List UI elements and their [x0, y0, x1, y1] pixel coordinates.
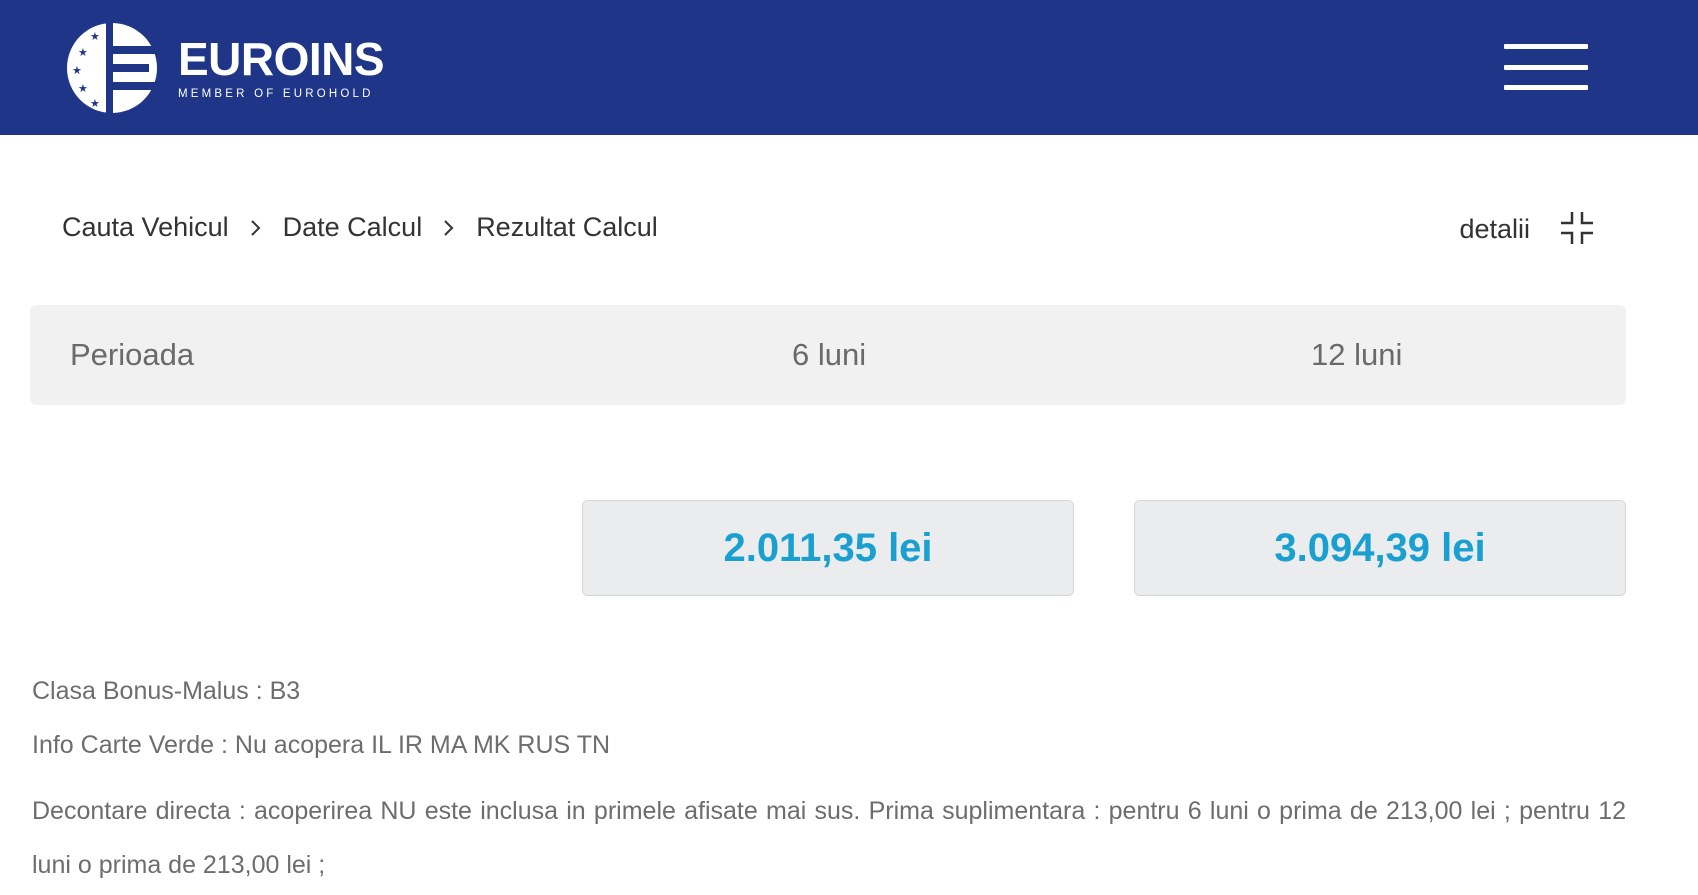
svg-text:★: ★ [78, 82, 88, 95]
price-value: 2.011,35 lei [723, 525, 933, 570]
breadcrumb-rezultat-calcul[interactable]: Rezultat Calcul [476, 212, 658, 243]
logo-wordmark: EUROINS MEMBER OF EUROHOLD [178, 33, 385, 100]
collapse-icon[interactable] [1559, 210, 1595, 246]
breadcrumb-cauta-vehicul[interactable]: Cauta Vehicul [62, 212, 229, 243]
euroins-logo-icon: ★ ★ ★ ★ ★ [67, 23, 158, 113]
breadcrumb-date-calcul[interactable]: Date Calcul [283, 212, 423, 243]
price-card-12-months[interactable]: 3.094,39 lei [1134, 500, 1626, 596]
period-label: Perioada [70, 337, 195, 372]
hamburger-line [1504, 64, 1588, 70]
bonus-malus-info: Clasa Bonus-Malus : B3 [32, 677, 301, 705]
chevron-right-icon [442, 218, 456, 238]
breadcrumb: Cauta Vehicul Date Calcul Rezultat Calcu… [62, 212, 658, 243]
hamburger-line [1504, 44, 1588, 49]
euroins-logo[interactable]: ★ ★ ★ ★ ★ EUROINS MEMBER OF EUROHOLD [66, 22, 385, 114]
chevron-right-icon [249, 218, 263, 238]
period-selector: Perioada 6 luni 12 luni [30, 305, 1626, 405]
site-header: ★ ★ ★ ★ ★ EUROINS MEMBER OF EUROHOLD [0, 0, 1698, 135]
details-toggle-label[interactable]: detalii [1459, 214, 1530, 245]
svg-text:★: ★ [90, 30, 100, 43]
svg-text:★: ★ [90, 97, 100, 110]
price-value: 3.094,39 lei [1274, 525, 1486, 570]
hamburger-menu-icon[interactable] [1504, 44, 1588, 90]
price-card-6-months[interactable]: 2.011,35 lei [582, 500, 1074, 596]
svg-text:★: ★ [72, 64, 82, 77]
direct-settlement-info: Decontare directa : acoperirea NU este i… [32, 797, 1626, 879]
period-option-6-months[interactable]: 6 luni [792, 337, 866, 373]
period-option-12-months[interactable]: 12 luni [1311, 337, 1402, 373]
svg-text:★: ★ [78, 46, 88, 59]
brand-tagline: MEMBER OF EUROHOLD [178, 88, 374, 100]
hamburger-line [1504, 85, 1588, 90]
brand-name: EUROINS [178, 33, 385, 85]
green-card-info: Info Carte Verde : Nu acopera IL IR MA M… [32, 731, 611, 759]
